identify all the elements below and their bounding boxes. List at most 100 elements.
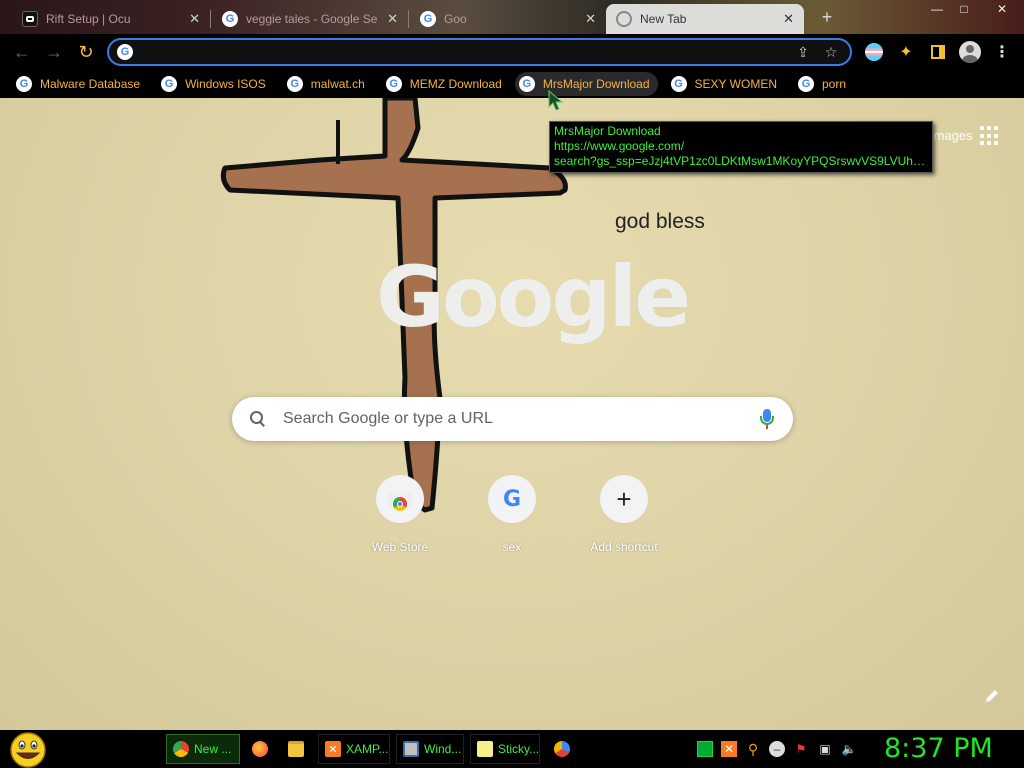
new-tab-page: Images god bless Google Web Store G sex … bbox=[0, 98, 1024, 730]
webstore-icon bbox=[388, 489, 412, 511]
shortcut-add[interactable]: + Add shortcut bbox=[568, 475, 680, 554]
bookmark-label: malwat.ch bbox=[310, 77, 365, 91]
google-icon: G bbox=[16, 76, 32, 92]
bookmark-label: porn bbox=[822, 77, 847, 91]
chrome-icon bbox=[173, 741, 189, 757]
task-sticky-notes[interactable]: Sticky... bbox=[470, 734, 540, 764]
bookmark-memz-download[interactable]: G MEMZ Download bbox=[384, 72, 504, 96]
tab-separator bbox=[408, 10, 409, 28]
plus-icon: + bbox=[616, 484, 632, 514]
task-xampp[interactable]: ✕ XAMP... bbox=[318, 734, 390, 764]
close-icon[interactable]: ✕ bbox=[189, 11, 200, 27]
tab-new-tab[interactable]: New Tab ✕ bbox=[606, 4, 804, 34]
bookmark-malwatch[interactable]: G malwat.ch bbox=[285, 72, 367, 96]
microphone-icon[interactable] bbox=[757, 407, 777, 431]
shortcut-web-store[interactable]: Web Store bbox=[344, 475, 456, 554]
google-apps-icon[interactable] bbox=[980, 126, 1000, 146]
smiley-start-icon[interactable] bbox=[8, 732, 48, 768]
bookmark-porn[interactable]: G porn bbox=[796, 72, 848, 96]
background-text: god bless bbox=[615, 210, 705, 233]
chrome-icon bbox=[616, 11, 632, 27]
google-icon: G bbox=[670, 76, 687, 92]
window-icon bbox=[403, 741, 419, 757]
task-chrome-new-tab[interactable]: New ... bbox=[166, 734, 240, 764]
task-label: New ... bbox=[194, 742, 232, 756]
profile-flag-icon[interactable] bbox=[861, 39, 887, 65]
new-tab-button[interactable]: + bbox=[816, 6, 838, 28]
mouse-cursor-icon bbox=[548, 90, 564, 111]
folder-icon bbox=[288, 741, 304, 757]
oculus-icon bbox=[22, 11, 38, 27]
task-label: XAMP... bbox=[346, 742, 389, 756]
tab-oculus[interactable]: Rift Setup | Ocu ✕ bbox=[12, 4, 210, 34]
google-logo: Google bbox=[376, 248, 691, 346]
bookmark-label: Malware Database bbox=[40, 77, 141, 91]
shortcut-label: Add shortcut bbox=[590, 540, 658, 554]
tray-volume-icon[interactable]: 🔈 bbox=[841, 741, 857, 757]
task-window[interactable]: Wind... bbox=[396, 734, 464, 764]
tab-veggie-tales[interactable]: G veggie tales - Google Se ✕ bbox=[212, 4, 408, 34]
images-link[interactable]: Images bbox=[930, 128, 973, 143]
shortcut-icon-circle bbox=[376, 475, 424, 523]
bookmark-label: Windows ISOS bbox=[185, 77, 266, 91]
tooltip-url-line1: https://www.google.com/ bbox=[554, 139, 685, 153]
google-icon: G bbox=[798, 76, 814, 92]
bookmark-label: SEXY WOMEN bbox=[694, 77, 777, 91]
google-icon: G bbox=[222, 11, 238, 27]
google-icon: G bbox=[518, 76, 535, 92]
google-icon: G bbox=[385, 76, 402, 92]
forward-button[interactable]: → bbox=[40, 38, 68, 66]
avatar-icon[interactable] bbox=[957, 39, 983, 65]
star-icon[interactable]: ☆ bbox=[820, 41, 842, 63]
tray-search-icon[interactable]: ⚲ bbox=[745, 741, 761, 757]
reload-button[interactable]: ↻ bbox=[72, 38, 100, 66]
bookmark-label: MrsMajor Download bbox=[542, 77, 650, 91]
maximize-button[interactable]: □ bbox=[952, 0, 976, 18]
search-box[interactable] bbox=[232, 397, 793, 441]
tray-messenger-icon[interactable]: – bbox=[769, 741, 785, 757]
shortcut-sex[interactable]: G sex bbox=[456, 475, 568, 554]
extensions-icon[interactable]: ✦ bbox=[893, 39, 919, 65]
tray-network-icon[interactable]: ▣ bbox=[817, 741, 833, 757]
close-window-button[interactable]: ✕ bbox=[990, 0, 1014, 18]
menu-icon[interactable]: ⋮ bbox=[989, 39, 1015, 65]
tooltip-title: MrsMajor Download bbox=[554, 124, 661, 138]
tray-xampp-icon[interactable]: ✕ bbox=[721, 741, 737, 757]
sticky-notes-icon bbox=[477, 741, 493, 757]
shortcut-icon-circle: G bbox=[488, 475, 536, 523]
bookmark-label: MEMZ Download bbox=[409, 77, 502, 91]
bookmark-mrsmajor-download[interactable]: G MrsMajor Download bbox=[514, 72, 658, 96]
back-button[interactable]: ← bbox=[8, 38, 36, 66]
shortcut-icon-circle: + bbox=[600, 475, 648, 523]
close-icon[interactable]: ✕ bbox=[783, 11, 794, 27]
pencil-icon[interactable] bbox=[984, 688, 1000, 704]
minimize-button[interactable]: — bbox=[925, 0, 949, 18]
task-firefox[interactable] bbox=[246, 734, 276, 764]
bookmark-sexy-women[interactable]: G SEXY WOMEN bbox=[669, 72, 779, 96]
google-icon: G bbox=[502, 486, 522, 512]
tab-title: New Tab bbox=[640, 12, 687, 26]
close-icon[interactable]: ✕ bbox=[387, 11, 398, 27]
share-icon[interactable]: ⇪ bbox=[792, 41, 814, 63]
tab-separator bbox=[210, 10, 211, 28]
tab-google[interactable]: G Goo ✕ bbox=[410, 4, 606, 34]
side-panel-icon[interactable] bbox=[925, 39, 951, 65]
bookmark-windows-isos[interactable]: G Windows ISOS bbox=[159, 72, 268, 96]
task-chromium[interactable] bbox=[548, 734, 578, 764]
chromium-icon bbox=[554, 741, 570, 757]
search-input[interactable] bbox=[283, 410, 757, 428]
close-icon[interactable]: ✕ bbox=[585, 11, 596, 27]
firefox-icon bbox=[252, 741, 268, 757]
bookmarks-bar: G Malware Database G Windows ISOS G malw… bbox=[0, 70, 1024, 98]
address-input[interactable] bbox=[141, 44, 786, 60]
tray-app-icon[interactable] bbox=[697, 741, 713, 757]
task-folder[interactable] bbox=[282, 734, 312, 764]
tab-title: Rift Setup | Ocu bbox=[46, 12, 131, 26]
xampp-icon: ✕ bbox=[325, 741, 341, 757]
tray-flag-icon[interactable]: ⚑ bbox=[793, 741, 809, 757]
google-icon: G bbox=[161, 76, 178, 92]
taskbar: New ... ✕ XAMP... Wind... Sticky... ✕ ⚲ … bbox=[0, 730, 1024, 768]
address-bar[interactable]: G ⇪ ☆ bbox=[107, 38, 852, 66]
taskbar-clock[interactable]: 8:37 PM bbox=[884, 733, 993, 764]
bookmark-malware-database[interactable]: G Malware Database bbox=[14, 72, 142, 96]
